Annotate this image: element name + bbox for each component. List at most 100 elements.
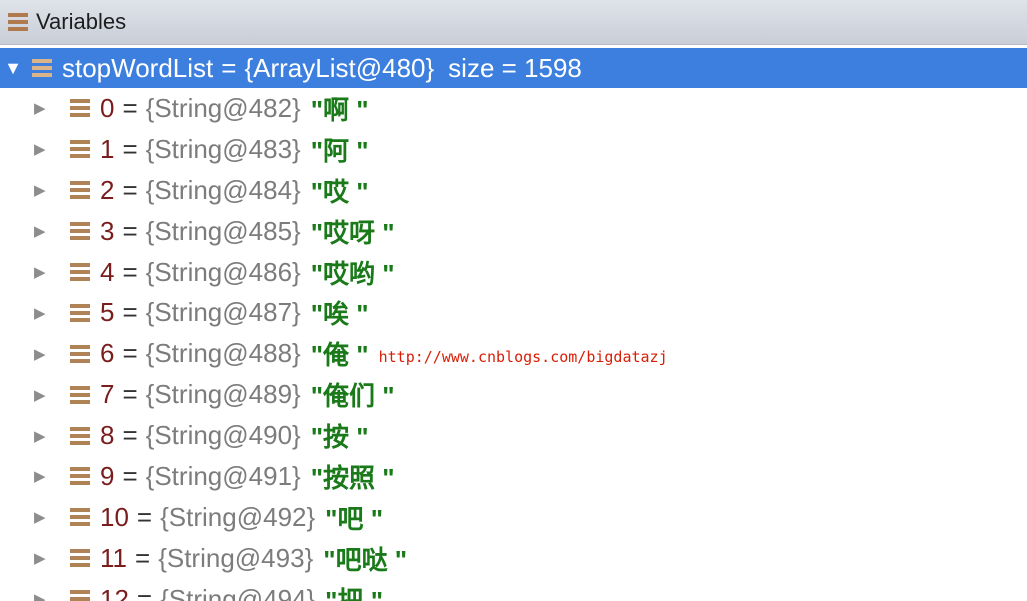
equals-sign: = [122, 297, 138, 328]
collapse-toggle-icon[interactable]: ▶ [34, 386, 54, 404]
item-index: 7 [100, 379, 115, 410]
tree-row[interactable]: ▶ 8 = {String@490} "按 " [0, 415, 1027, 456]
item-type: {String@484} [145, 174, 301, 205]
field-stack-icon [70, 467, 90, 486]
item-index: 2 [100, 174, 115, 205]
watermark-url: http://www.cnblogs.com/bigdatazj [378, 347, 668, 366]
item-type: {String@493} [158, 542, 314, 573]
item-value: "哎哟 " [310, 258, 395, 289]
field-stack-icon [70, 99, 90, 118]
variable-size: size = 1598 [448, 52, 582, 83]
item-index: 9 [100, 460, 115, 491]
collapse-toggle-icon[interactable]: ▶ [34, 304, 54, 322]
item-index: 8 [100, 420, 115, 451]
item-index: 0 [100, 92, 115, 123]
variable-name: stopWordList [62, 52, 214, 83]
item-value: "按 " [310, 422, 369, 453]
expand-toggle-icon[interactable]: ▼ [0, 58, 28, 79]
variables-header: Variables [0, 0, 1027, 45]
collapse-toggle-icon[interactable]: ▶ [34, 140, 54, 158]
equals-sign: = [122, 133, 138, 164]
field-stack-icon [70, 549, 90, 568]
equals-sign: = [122, 174, 138, 205]
item-value: "哎呀 " [310, 217, 395, 248]
tree-row[interactable]: ▶ 12 = {String@494} "把 " [0, 579, 1027, 601]
equals-sign: = [221, 52, 237, 83]
item-type: {String@488} [145, 338, 301, 369]
item-type: {String@491} [145, 460, 301, 491]
variables-panel: Variables ▼ stopWordList = {ArrayList@48… [0, 0, 1027, 601]
item-index: 4 [100, 256, 115, 287]
tree-row[interactable]: ▶ 2 = {String@484} "哎 " [0, 170, 1027, 211]
collapse-toggle-icon[interactable]: ▶ [34, 263, 54, 281]
collapse-toggle-icon[interactable]: ▶ [34, 181, 54, 199]
item-type: {String@483} [145, 133, 301, 164]
variable-type: {ArrayList@480} [244, 52, 435, 83]
field-stack-icon [70, 303, 90, 322]
tree-row[interactable]: ▶ 4 = {String@486} "哎哟 " [0, 252, 1027, 293]
item-value: "哎 " [310, 176, 369, 207]
field-stack-icon [70, 508, 90, 527]
tree-row[interactable]: ▶ 6 = {String@488} "俺 " http://www.cnblogs.co… [0, 333, 1027, 374]
item-value: "俺们 " [310, 381, 395, 412]
equals-sign: = [122, 215, 138, 246]
item-type: {String@482} [145, 92, 301, 123]
tree-row[interactable]: ▶ 10 = {String@492} "吧 " [0, 497, 1027, 538]
panel-title: Variables [36, 9, 127, 34]
item-index: 6 [100, 338, 115, 369]
item-value: "按照 " [310, 462, 395, 493]
item-index: 1 [100, 133, 115, 164]
collapse-toggle-icon[interactable]: ▶ [34, 590, 54, 601]
collapse-toggle-icon[interactable]: ▶ [34, 99, 54, 117]
equals-sign: = [122, 256, 138, 287]
item-index: 3 [100, 215, 115, 246]
item-index: 10 [100, 501, 129, 532]
item-value: "俺 " [310, 340, 369, 371]
item-type: {String@487} [145, 297, 301, 328]
item-value: "吧 " [325, 503, 384, 534]
item-index: 11 [100, 542, 127, 573]
tree-row-stopwordlist[interactable]: ▼ stopWordList = {ArrayList@480} size = … [0, 48, 1027, 88]
collapse-toggle-icon[interactable]: ▶ [34, 549, 54, 567]
collapse-toggle-icon[interactable]: ▶ [34, 467, 54, 485]
field-stack-icon [70, 140, 90, 159]
item-type: {String@490} [145, 420, 301, 451]
item-type: {String@492} [160, 501, 316, 532]
equals-sign: = [136, 583, 153, 601]
item-value: "把 " [325, 585, 384, 601]
tree-row[interactable]: ▶ 11 = {String@493} "吧哒 " [0, 538, 1027, 579]
item-type: {String@485} [145, 215, 301, 246]
field-stack-icon [70, 222, 90, 241]
equals-sign: = [122, 92, 138, 123]
collapse-toggle-icon[interactable]: ▶ [34, 508, 54, 526]
field-stack-icon [70, 181, 90, 200]
tree-row[interactable]: ▶ 7 = {String@489} "俺们 " [0, 374, 1027, 415]
item-value: "阿 " [310, 135, 369, 166]
item-index: 12 [100, 583, 129, 601]
tree-children: ▶ 0 = {String@482} "啊 " ▶ 1 = {String@483} "阿 " ▶ 2… [0, 88, 1027, 601]
item-type: {String@489} [145, 379, 301, 410]
tree-row[interactable]: ▶ 0 = {String@482} "啊 " [0, 88, 1027, 129]
equals-sign: = [122, 420, 138, 451]
item-type: {String@494} [160, 583, 316, 601]
equals-sign: = [122, 338, 138, 369]
equals-sign: = [122, 379, 138, 410]
item-value: "吧哒 " [323, 544, 408, 575]
field-stack-icon [32, 59, 52, 77]
field-stack-icon [70, 590, 90, 601]
item-type: {String@486} [145, 256, 301, 287]
tree-row[interactable]: ▶ 5 = {String@487} "唉 " [0, 292, 1027, 333]
field-stack-icon [70, 426, 90, 445]
collapse-toggle-icon[interactable]: ▶ [34, 427, 54, 445]
equals-sign: = [122, 460, 138, 491]
variables-stack-icon [8, 13, 28, 31]
item-value: "唉 " [310, 299, 369, 330]
collapse-toggle-icon[interactable]: ▶ [34, 222, 54, 240]
item-index: 5 [100, 297, 115, 328]
tree-row[interactable]: ▶ 1 = {String@483} "阿 " [0, 129, 1027, 170]
tree-row[interactable]: ▶ 9 = {String@491} "按照 " [0, 456, 1027, 497]
field-stack-icon [70, 263, 90, 281]
tree-row[interactable]: ▶ 3 = {String@485} "哎呀 " [0, 211, 1027, 252]
collapse-toggle-icon[interactable]: ▶ [34, 345, 54, 363]
item-value: "啊 " [310, 94, 369, 125]
